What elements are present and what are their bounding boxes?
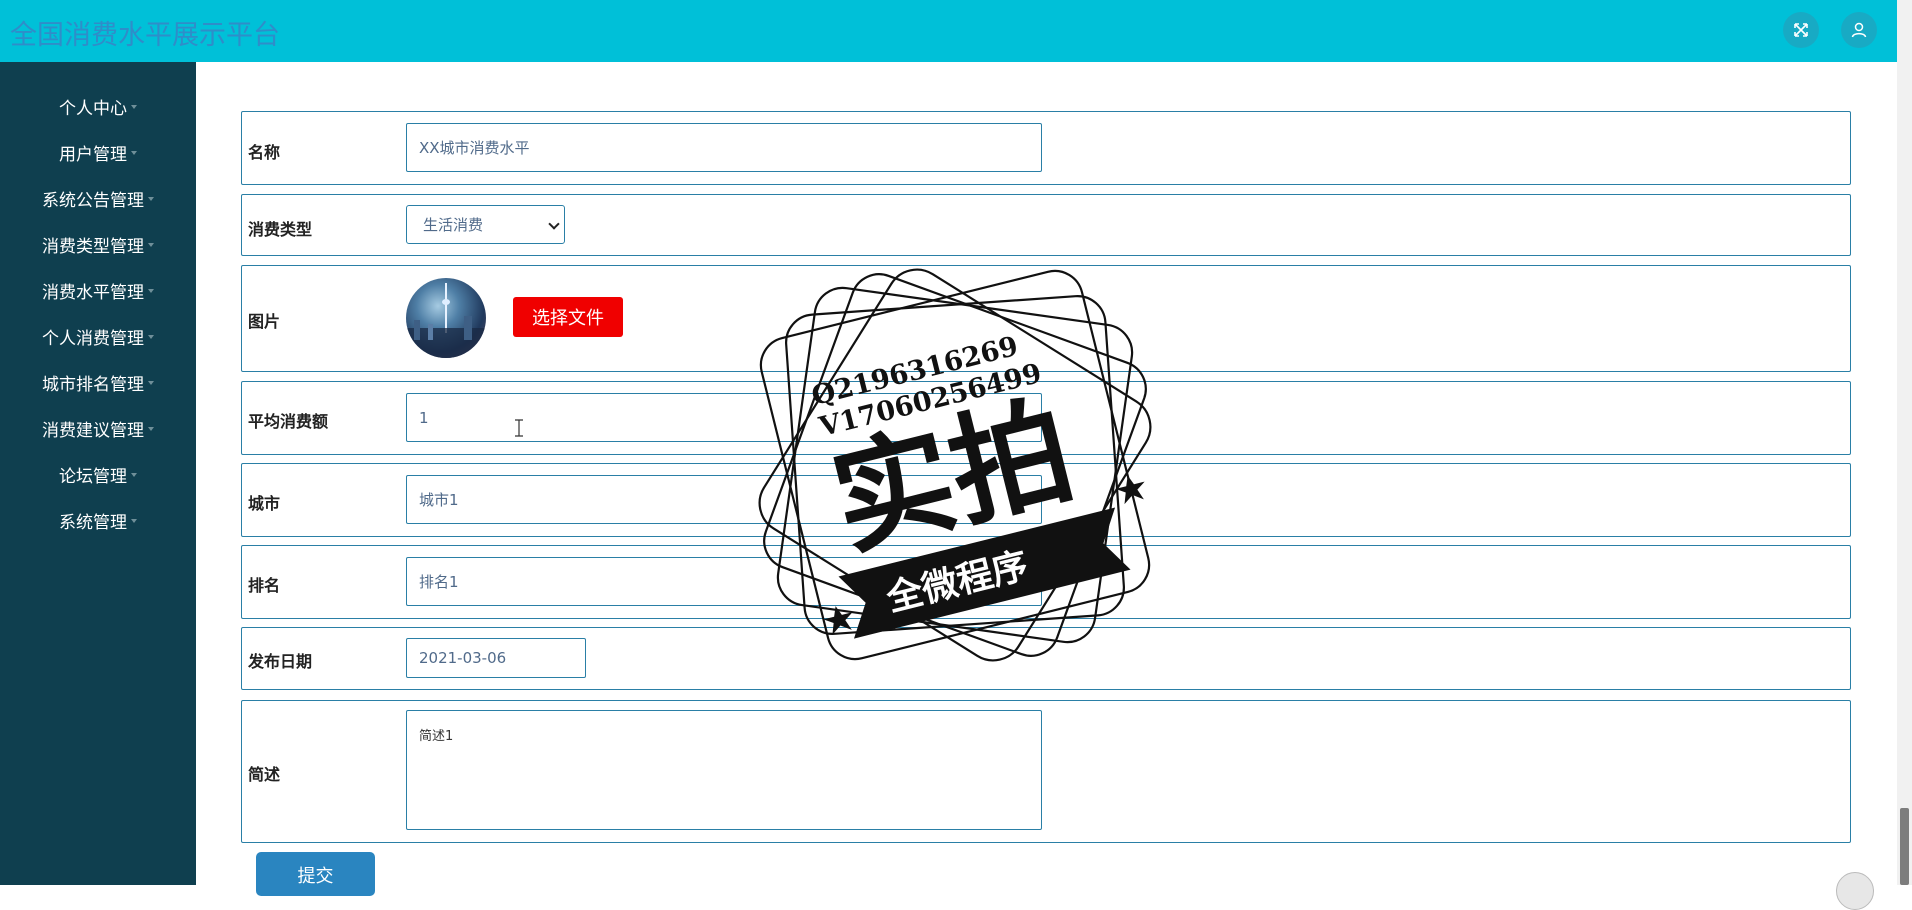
city-label: 城市 — [248, 494, 281, 513]
form-row-name: 名称 XX城市消费水平 — [241, 111, 1851, 185]
date-input[interactable]: 2021-03-06 — [406, 638, 586, 678]
app-title: 全国消费水平展示平台 — [10, 20, 280, 51]
rank-label: 排名 — [248, 576, 281, 595]
sidebar-item-personal-center[interactable]: 个人中心 — [0, 84, 196, 128]
user-icon[interactable] — [1841, 12, 1877, 48]
watermark-stamp: Q2196316269 V17060256499 实拍 全微程序 — [758, 268, 1152, 662]
type-select[interactable]: 生活消费 — [406, 205, 565, 244]
image-preview — [406, 278, 486, 358]
sidebar-item-label: 消费水平管理 — [42, 282, 144, 303]
sidebar-item-consumption-level-management[interactable]: 消费水平管理 — [0, 268, 196, 312]
caret-down-icon — [131, 519, 137, 523]
sidebar-item-label: 系统管理 — [59, 512, 127, 533]
caret-down-icon — [148, 335, 154, 339]
scroll-to-top-button[interactable] — [1836, 872, 1874, 910]
sidebar-item-announcement-management[interactable]: 系统公告管理 — [0, 176, 196, 220]
submit-button[interactable]: 提交 — [256, 852, 375, 896]
sidebar-item-label: 消费类型管理 — [42, 236, 144, 257]
sidebar-item-label: 系统公告管理 — [42, 190, 144, 211]
caret-down-icon — [148, 427, 154, 431]
text-cursor-icon — [515, 419, 523, 437]
choose-file-button[interactable]: 选择文件 — [513, 297, 623, 337]
chevron-down-icon — [548, 218, 560, 230]
sidebar-item-label: 个人消费管理 — [42, 328, 144, 349]
sidebar-item-label: 城市排名管理 — [42, 374, 144, 395]
vertical-scrollbar[interactable] — [1897, 0, 1912, 885]
date-label: 发布日期 — [248, 652, 313, 671]
sidebar-item-consumption-type-management[interactable]: 消费类型管理 — [0, 222, 196, 266]
sidebar-item-label: 论坛管理 — [59, 466, 127, 487]
average-label: 平均消费额 — [248, 412, 329, 431]
image-label: 图片 — [248, 312, 281, 331]
caret-down-icon — [131, 105, 137, 109]
type-label: 消费类型 — [248, 220, 313, 239]
sidebar-item-label: 用户管理 — [59, 144, 127, 165]
top-bar: 全国消费水平展示平台 — [0, 0, 1897, 62]
caret-down-icon — [131, 473, 137, 477]
sidebar-item-city-ranking-management[interactable]: 城市排名管理 — [0, 360, 196, 404]
sidebar-item-user-management[interactable]: 用户管理 — [0, 130, 196, 174]
summary-label: 简述 — [248, 765, 281, 784]
sidebar-item-system-management[interactable]: 系统管理 — [0, 498, 196, 542]
sidebar-item-label: 个人中心 — [59, 98, 127, 119]
caret-down-icon — [148, 289, 154, 293]
caret-down-icon — [131, 151, 137, 155]
caret-down-icon — [148, 197, 154, 201]
sidebar-item-personal-consumption-management[interactable]: 个人消费管理 — [0, 314, 196, 358]
caret-down-icon — [148, 381, 154, 385]
type-select-value: 生活消费 — [423, 216, 484, 234]
caret-down-icon — [148, 243, 154, 247]
summary-textarea[interactable]: 简述1 — [406, 710, 1042, 830]
sidebar-item-label: 消费建议管理 — [42, 420, 144, 441]
name-label: 名称 — [248, 143, 281, 162]
form-row-summary: 简述 简述1 — [241, 700, 1851, 843]
sidebar-item-forum-management[interactable]: 论坛管理 — [0, 452, 196, 496]
fullscreen-icon[interactable] — [1783, 12, 1819, 48]
scrollbar-thumb[interactable] — [1900, 808, 1909, 885]
form-row-type: 消费类型 生活消费 — [241, 194, 1851, 256]
sidebar-item-consumption-advice-management[interactable]: 消费建议管理 — [0, 406, 196, 450]
sidebar: 个人中心 用户管理 系统公告管理 消费类型管理 消费水平管理 个人消费管理 城市… — [0, 62, 196, 885]
name-input[interactable]: XX城市消费水平 — [406, 123, 1042, 172]
